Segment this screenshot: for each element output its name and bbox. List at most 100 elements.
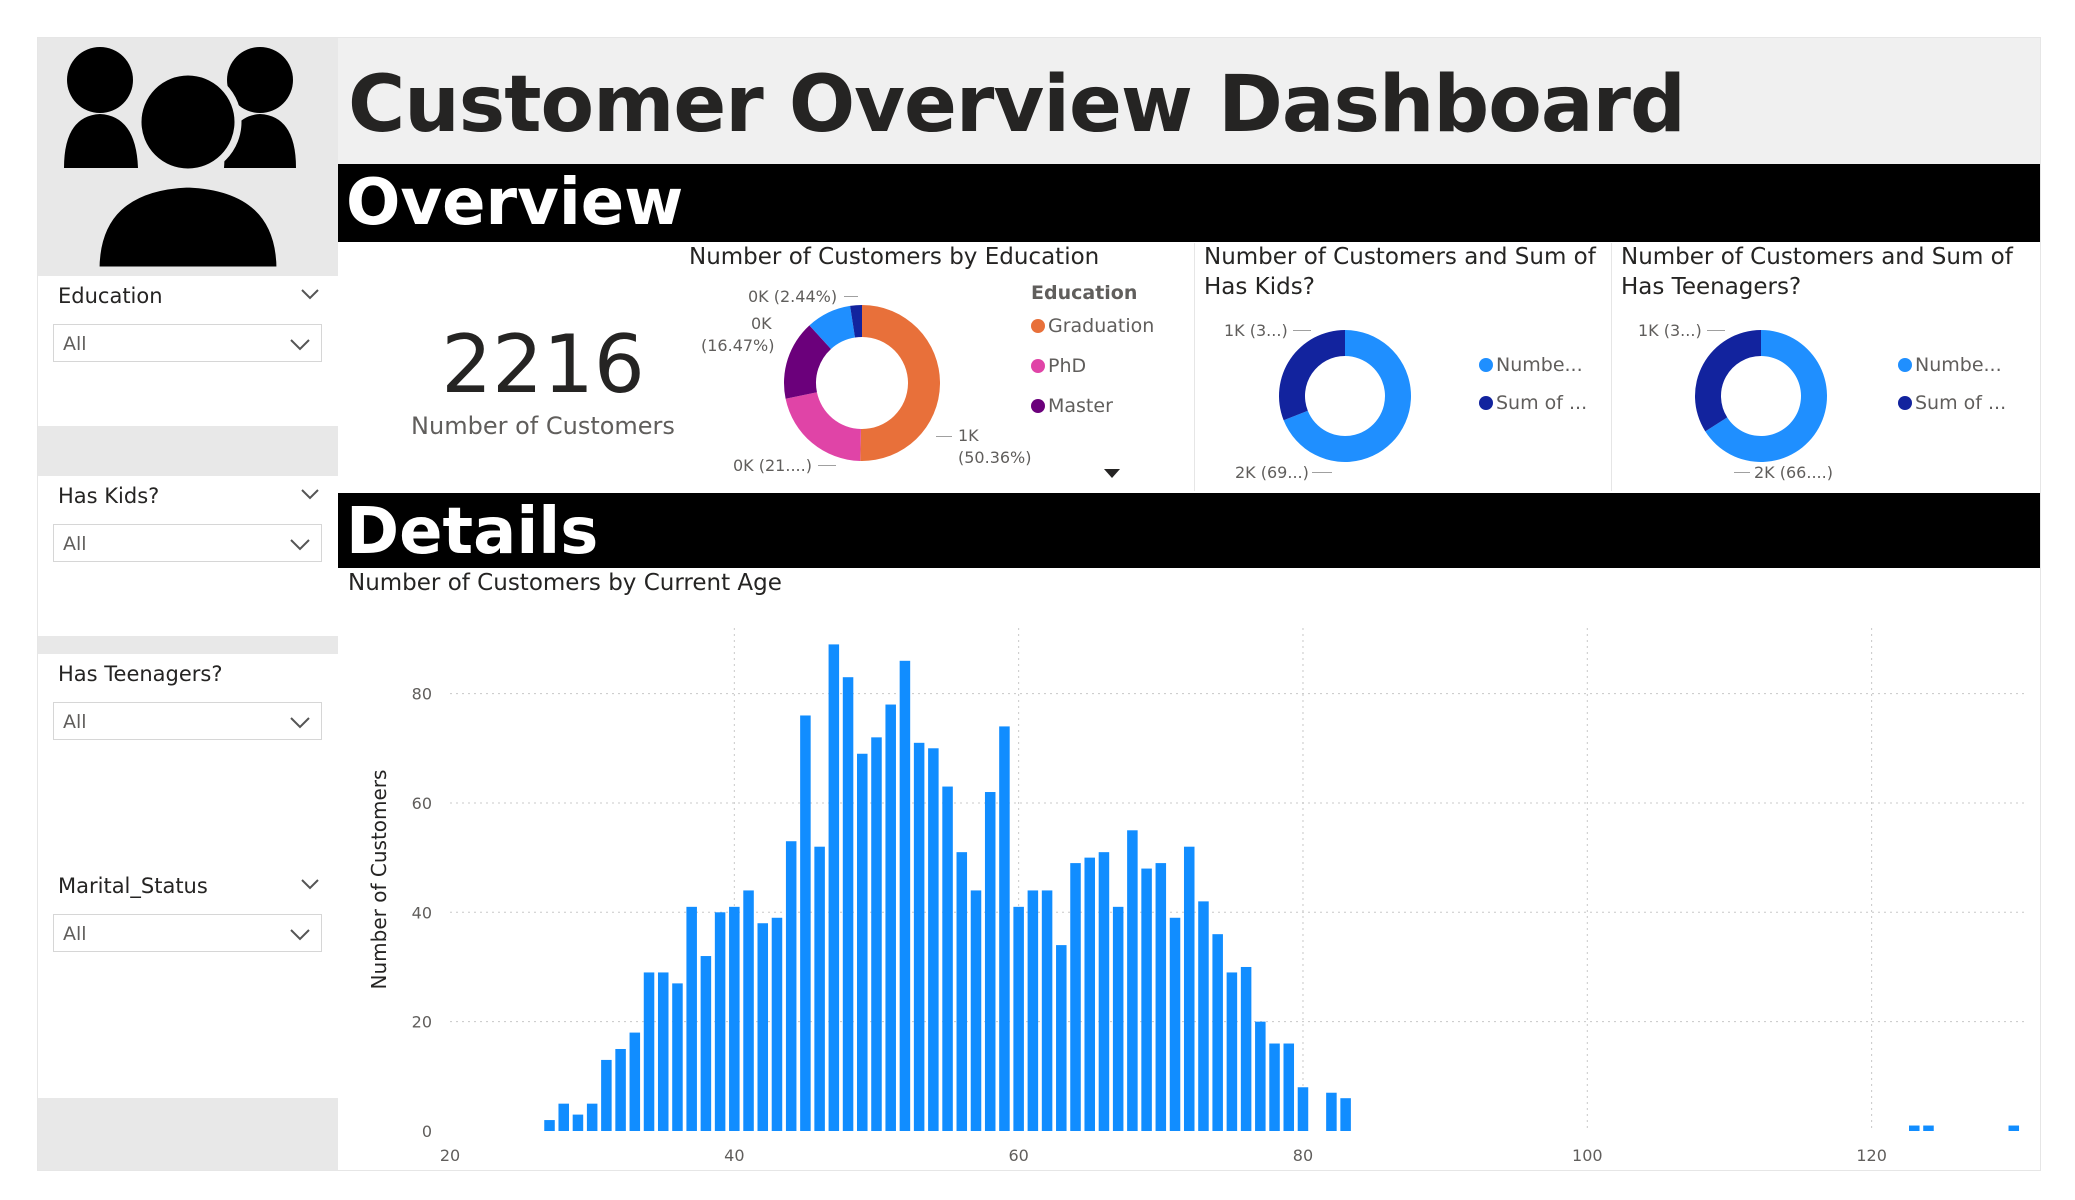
histogram-bar[interactable]: [771, 917, 783, 1131]
legend-item-sum[interactable]: Sum of ...: [1898, 392, 2006, 414]
donut-slice-sum[interactable]: [1695, 330, 1761, 432]
histogram-bar[interactable]: [1909, 1125, 1920, 1131]
histogram-bar[interactable]: [672, 983, 683, 1131]
histogram-bar[interactable]: [558, 1103, 569, 1131]
histogram-bar[interactable]: [814, 846, 825, 1131]
histogram-bar[interactable]: [1340, 1098, 1351, 1131]
x-tick-label: 60: [1008, 1146, 1028, 1165]
details-section-bar: Details: [338, 493, 2040, 569]
histogram-bar[interactable]: [757, 923, 769, 1131]
histogram-bar[interactable]: [1169, 917, 1181, 1131]
education-donut[interactable]: [782, 303, 942, 463]
histogram-bar[interactable]: [657, 972, 669, 1131]
chevron-down-icon[interactable]: [300, 876, 320, 892]
slicer-dropdown[interactable]: All: [53, 324, 322, 362]
histogram-bar[interactable]: [1027, 890, 1039, 1131]
y-tick-label: 80: [412, 685, 432, 704]
histogram-bar[interactable]: [1923, 1125, 1934, 1131]
histogram-bar[interactable]: [743, 890, 754, 1131]
histogram-bar[interactable]: [828, 644, 840, 1131]
donut-slice-phd[interactable]: [785, 392, 861, 461]
legend-scroll-down-icon[interactable]: [1103, 468, 1121, 480]
histogram-bar[interactable]: [629, 1032, 641, 1131]
filter-panel: Education All Has Kids? All Has Teenager…: [38, 38, 338, 1170]
leader-line: [936, 436, 952, 437]
teens-donut[interactable]: [1693, 328, 1829, 464]
histogram-bar[interactable]: [800, 715, 811, 1131]
histogram-bar[interactable]: [700, 956, 712, 1131]
legend-item-graduation[interactable]: Graduation: [1031, 315, 1154, 337]
donut-slice-sum[interactable]: [1279, 330, 1345, 421]
slicer-dropdown[interactable]: All: [53, 914, 322, 952]
donut-slice-graduation[interactable]: [860, 305, 941, 461]
x-tick-label: 20: [440, 1146, 460, 1165]
chevron-down-icon: [290, 539, 310, 551]
chevron-down-icon[interactable]: [300, 486, 320, 502]
histogram-bar[interactable]: [572, 1114, 584, 1131]
panel-divider: [38, 636, 338, 654]
histogram-bar[interactable]: [984, 792, 996, 1131]
histogram-bar[interactable]: [729, 906, 740, 1131]
histogram-bar[interactable]: [686, 906, 697, 1131]
slicer-dropdown[interactable]: All: [53, 702, 322, 740]
histogram-bar[interactable]: [956, 852, 968, 1131]
histogram-bar[interactable]: [1255, 1021, 1266, 1131]
histogram-bar[interactable]: [1084, 857, 1095, 1131]
dropdown-value: All: [63, 533, 87, 555]
histogram-bar[interactable]: [1013, 906, 1024, 1131]
histogram-bar[interactable]: [586, 1103, 598, 1131]
legend-item-number[interactable]: Numbe...: [1898, 354, 2002, 376]
histogram-bar[interactable]: [1098, 852, 1110, 1131]
chevron-down-icon[interactable]: [300, 286, 320, 302]
histogram-bar[interactable]: [1297, 1087, 1309, 1131]
histogram-bar[interactable]: [899, 660, 911, 1131]
chevron-down-icon: [290, 717, 310, 729]
histogram-bar[interactable]: [1212, 934, 1223, 1131]
histogram-bar[interactable]: [1240, 966, 1252, 1131]
histogram-bar[interactable]: [970, 890, 982, 1131]
histogram-bar[interactable]: [1070, 863, 1081, 1131]
leader-line: [844, 296, 858, 297]
histogram-bar[interactable]: [1198, 901, 1209, 1131]
histogram-bar[interactable]: [785, 841, 797, 1131]
histogram-bar[interactable]: [1056, 945, 1067, 1131]
histogram-bar[interactable]: [601, 1059, 612, 1131]
kids-donut[interactable]: [1277, 328, 1413, 464]
histogram-bar[interactable]: [913, 742, 925, 1131]
histogram-bar[interactable]: [999, 726, 1010, 1131]
age-histogram[interactable]: 02040608020406080100120Current AgeNumber…: [338, 598, 2038, 1168]
legend-item-number[interactable]: Numbe...: [1479, 354, 1583, 376]
legend-item-master[interactable]: Master: [1031, 395, 1113, 417]
slicer-dropdown[interactable]: All: [53, 524, 322, 562]
histogram-bar[interactable]: [615, 1048, 626, 1131]
data-label: 1K (3...): [1638, 321, 1702, 340]
histogram-bar[interactable]: [1041, 890, 1053, 1131]
logo-box: [38, 38, 338, 276]
histogram-bar[interactable]: [2008, 1125, 2020, 1131]
histogram-bar[interactable]: [928, 748, 939, 1131]
histogram-bar[interactable]: [1226, 972, 1238, 1131]
histogram-bar[interactable]: [1283, 1043, 1295, 1131]
histogram-bar[interactable]: [885, 704, 896, 1131]
kpi-value: 2216: [441, 318, 645, 411]
histogram-bar[interactable]: [1112, 906, 1124, 1131]
legend-item-phd[interactable]: PhD: [1031, 355, 1086, 377]
histogram-bar[interactable]: [1326, 1092, 1337, 1131]
data-label: (16.47%): [701, 336, 775, 355]
histogram-bar[interactable]: [643, 972, 655, 1131]
histogram-bar[interactable]: [871, 737, 882, 1131]
overview-section-bar: Overview: [338, 164, 2040, 242]
histogram-bar[interactable]: [714, 912, 726, 1131]
y-tick-label: 40: [412, 903, 432, 922]
histogram-bar[interactable]: [1183, 846, 1195, 1131]
histogram-bar[interactable]: [1141, 868, 1152, 1131]
histogram-bar[interactable]: [942, 786, 953, 1131]
histogram-bar[interactable]: [1155, 863, 1167, 1131]
histogram-bar[interactable]: [1127, 830, 1138, 1131]
histogram-bar[interactable]: [544, 1120, 555, 1131]
histogram-bar[interactable]: [857, 753, 868, 1131]
legend-item-sum[interactable]: Sum of ...: [1479, 392, 1587, 414]
histogram-bar[interactable]: [1269, 1043, 1280, 1131]
histogram-bar[interactable]: [842, 677, 854, 1131]
panel-divider: [38, 1098, 338, 1170]
